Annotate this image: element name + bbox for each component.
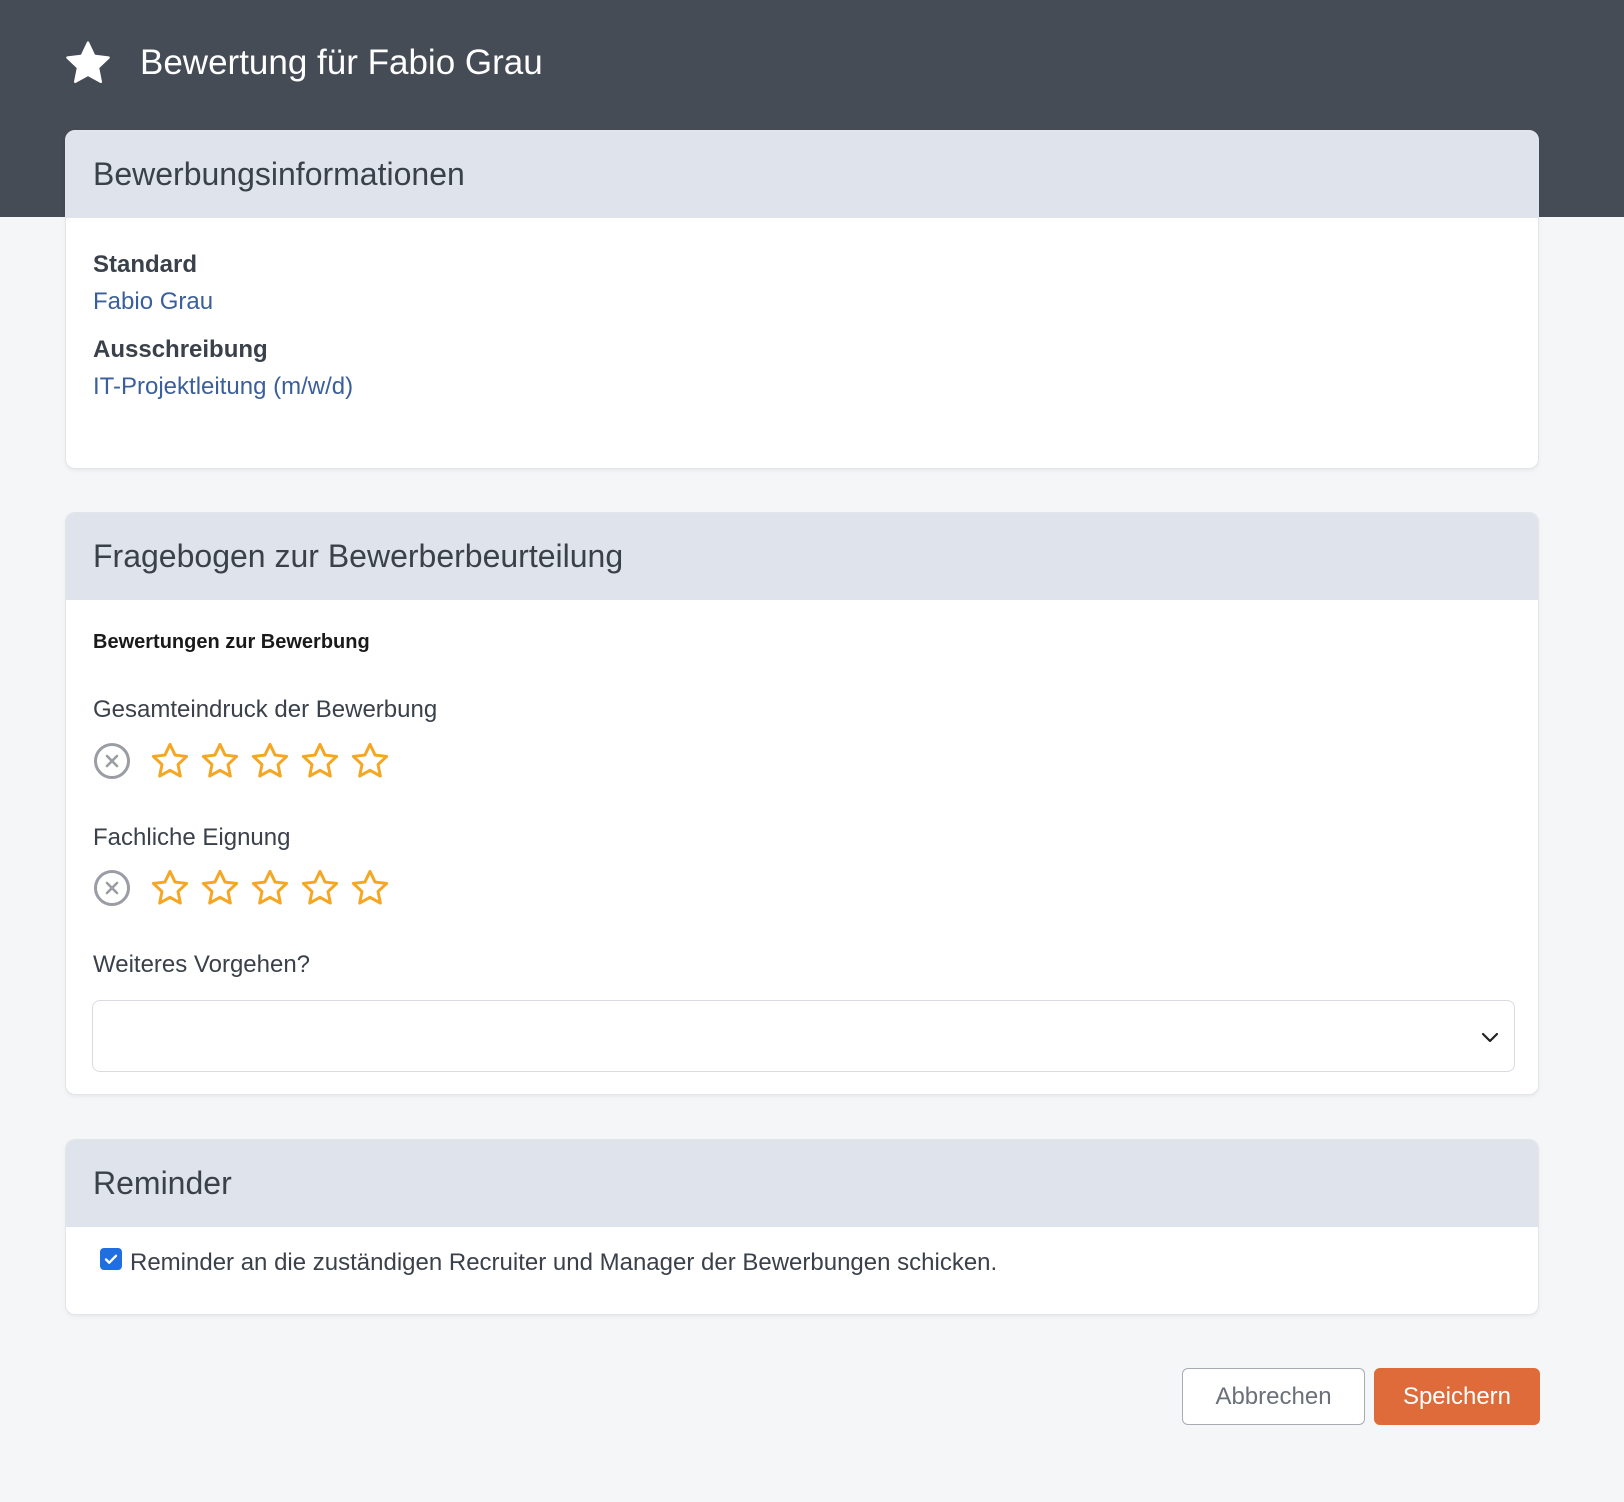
rating-star-4[interactable] <box>299 740 341 782</box>
rating-star-3[interactable] <box>249 867 291 909</box>
technical-suitability-label: Fachliche Eignung <box>93 824 291 851</box>
reminder-option: Reminder an die zuständigen Recruiter un… <box>93 1227 1511 1277</box>
reminder-card: Reminder Reminder an die zuständigen Rec… <box>65 1139 1539 1315</box>
page-title: Bewertung für Fabio Grau <box>140 43 543 82</box>
cancel-button[interactable]: Abbrechen <box>1182 1368 1365 1425</box>
technical-suitability-rating <box>93 866 1511 910</box>
reminder-checkbox-label: Reminder an die zuständigen Recruiter un… <box>130 1249 998 1276</box>
overall-impression-rating <box>93 739 1511 783</box>
next-step-select[interactable] <box>92 1000 1515 1072</box>
job-posting-link[interactable]: IT-Projektleitung (m/w/d) <box>93 373 353 401</box>
rating-star-2[interactable] <box>199 740 241 782</box>
star-icon <box>66 41 110 83</box>
candidate-link[interactable]: Fabio Grau <box>93 288 213 316</box>
save-button[interactable]: Speichern <box>1374 1368 1540 1425</box>
job-posting-label: Ausschreibung <box>93 336 268 363</box>
clear-rating-icon[interactable] <box>93 742 131 780</box>
ratings-section-title: Bewertungen zur Bewerbung <box>93 631 370 653</box>
rating-star-2[interactable] <box>199 867 241 909</box>
rating-star-1[interactable] <box>149 867 191 909</box>
overall-impression-label: Gesamteindruck der Bewerbung <box>93 696 438 723</box>
rating-star-1[interactable] <box>149 740 191 782</box>
rating-star-4[interactable] <box>299 867 341 909</box>
rating-star-5[interactable] <box>349 740 391 782</box>
clear-rating-icon[interactable] <box>93 869 131 907</box>
application-info-card: Bewerbungsinformationen Standard Fabio G… <box>65 130 1539 469</box>
reminder-card-title: Reminder <box>66 1140 1538 1227</box>
chevron-down-icon <box>1481 1032 1499 1043</box>
rating-star-5[interactable] <box>349 867 391 909</box>
reminder-checkbox[interactable] <box>100 1248 122 1270</box>
rating-star-3[interactable] <box>249 740 291 782</box>
checkmark-icon <box>104 1254 118 1264</box>
questionnaire-card: Fragebogen zur Bewerberbeurteilung Bewer… <box>65 512 1539 1095</box>
application-info-card-title: Bewerbungsinformationen <box>66 131 1538 218</box>
next-step-label: Weiteres Vorgehen? <box>93 951 311 978</box>
page-header: Bewertung für Fabio Grau <box>64 38 543 88</box>
standard-label: Standard <box>93 251 198 278</box>
questionnaire-card-title: Fragebogen zur Bewerberbeurteilung <box>66 513 1538 600</box>
